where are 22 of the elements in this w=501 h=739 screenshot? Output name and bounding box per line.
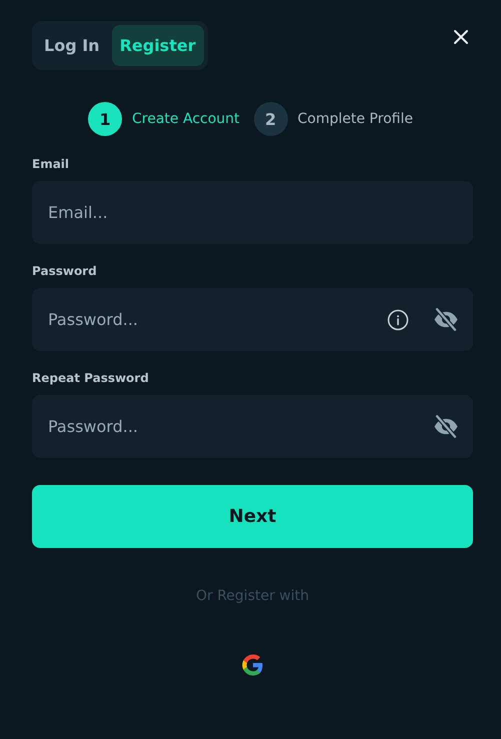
text-input[interactable]: Email... bbox=[46, 202, 459, 223]
hidden-eye-icon[interactable] bbox=[433, 308, 459, 331]
field-label: Password bbox=[32, 264, 98, 278]
step-label: Complete Profile bbox=[298, 111, 413, 127]
step-number: 2 bbox=[254, 102, 288, 136]
text-input[interactable]: Password... bbox=[46, 309, 363, 330]
step-number: 1 bbox=[88, 102, 122, 136]
input-field[interactable]: Password... bbox=[32, 288, 473, 351]
tab[interactable]: Log In bbox=[36, 25, 108, 66]
input-field[interactable]: Email... bbox=[32, 181, 473, 244]
step-label: Create Account bbox=[132, 111, 240, 127]
tab[interactable]: Register bbox=[112, 25, 204, 66]
field-label: Repeat Password bbox=[32, 371, 150, 385]
input-field[interactable]: Password... bbox=[32, 395, 473, 458]
alt-label: Or Register with bbox=[194, 588, 310, 604]
text-input[interactable]: Password... bbox=[46, 416, 409, 437]
info-icon[interactable] bbox=[387, 308, 409, 330]
next-button[interactable]: Next bbox=[32, 485, 473, 548]
close-icon[interactable] bbox=[453, 29, 469, 45]
hidden-eye-icon[interactable] bbox=[433, 415, 459, 438]
google-icon[interactable] bbox=[240, 652, 266, 678]
field-label: Email bbox=[32, 157, 70, 171]
